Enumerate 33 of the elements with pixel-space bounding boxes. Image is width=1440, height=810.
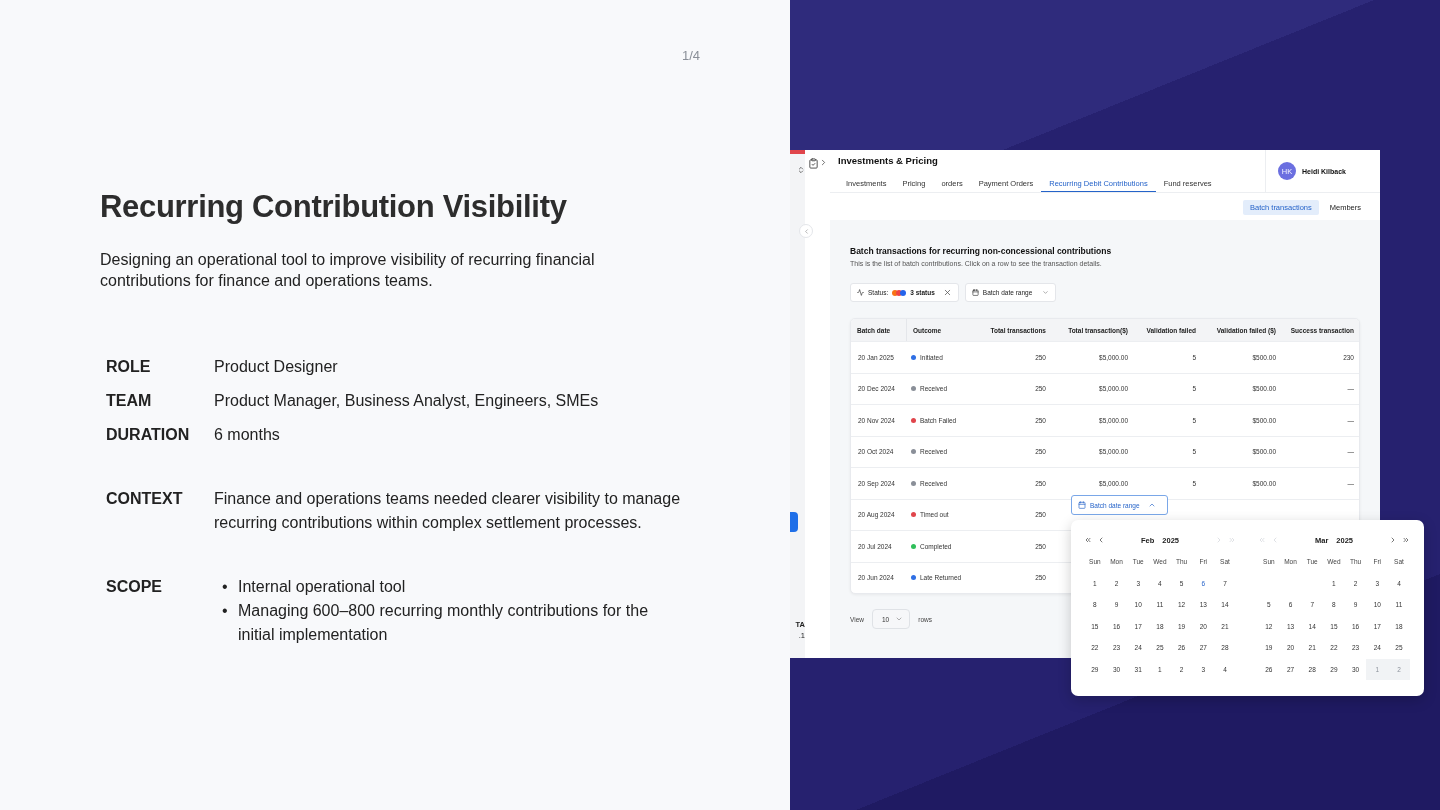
previous-month-icon[interactable] <box>1097 536 1105 544</box>
detail-label: ROLE <box>106 357 152 377</box>
chevron-left-icon <box>802 227 810 235</box>
calendar-icon <box>971 289 979 296</box>
page-counter: 1/4 <box>681 48 700 63</box>
detail-label: DURATION <box>106 425 191 445</box>
detail-label: SCOPE <box>106 577 163 597</box>
scope-item: Internal operational tool <box>238 577 407 597</box>
detail-value: Product Manager, Business Analyst, Engineers, SMEs <box>214 391 600 411</box>
clipboard-icon[interactable] <box>807 158 828 169</box>
detail-label: TEAM <box>106 391 153 411</box>
calendar-icon <box>1078 501 1086 509</box>
previous-year-icon[interactable] <box>1084 536 1092 544</box>
chevron-down-icon <box>1042 289 1050 296</box>
case-study-description: Designing an operational tool to improve visibility of recurring financial contributions for finance and operations teams. <box>100 250 596 291</box>
detail-value: 6 months <box>214 425 281 445</box>
next-month-icon[interactable] <box>1389 536 1397 544</box>
chevrons-up-down-icon[interactable] <box>797 166 805 174</box>
app-title: Investments & Pricing <box>838 155 939 166</box>
detail-value: Finance and operations teams needed clearer visibility to manage recurring contributions within complex settlement processes. <box>214 489 682 533</box>
pulse-icon <box>857 289 864 296</box>
scope-item: Managing 600–800 recurring monthly contributions for the initial implementation <box>238 601 650 645</box>
bullet-marker: • <box>222 601 229 621</box>
bullet-marker: • <box>222 577 229 597</box>
case-study-title: Recurring Contribution Visibility <box>100 189 568 225</box>
chevron-up-icon <box>1147 501 1156 509</box>
detail-value: Product Designer <box>214 357 339 377</box>
next-year-icon[interactable] <box>1402 536 1410 544</box>
section-title: Batch transactions for recurring non-concessional contributions <box>850 246 1113 256</box>
close-icon[interactable] <box>942 288 952 297</box>
sidebar-button[interactable] <box>790 512 798 532</box>
chevron-down-icon <box>895 615 904 623</box>
detail-label: CONTEXT <box>106 489 184 509</box>
